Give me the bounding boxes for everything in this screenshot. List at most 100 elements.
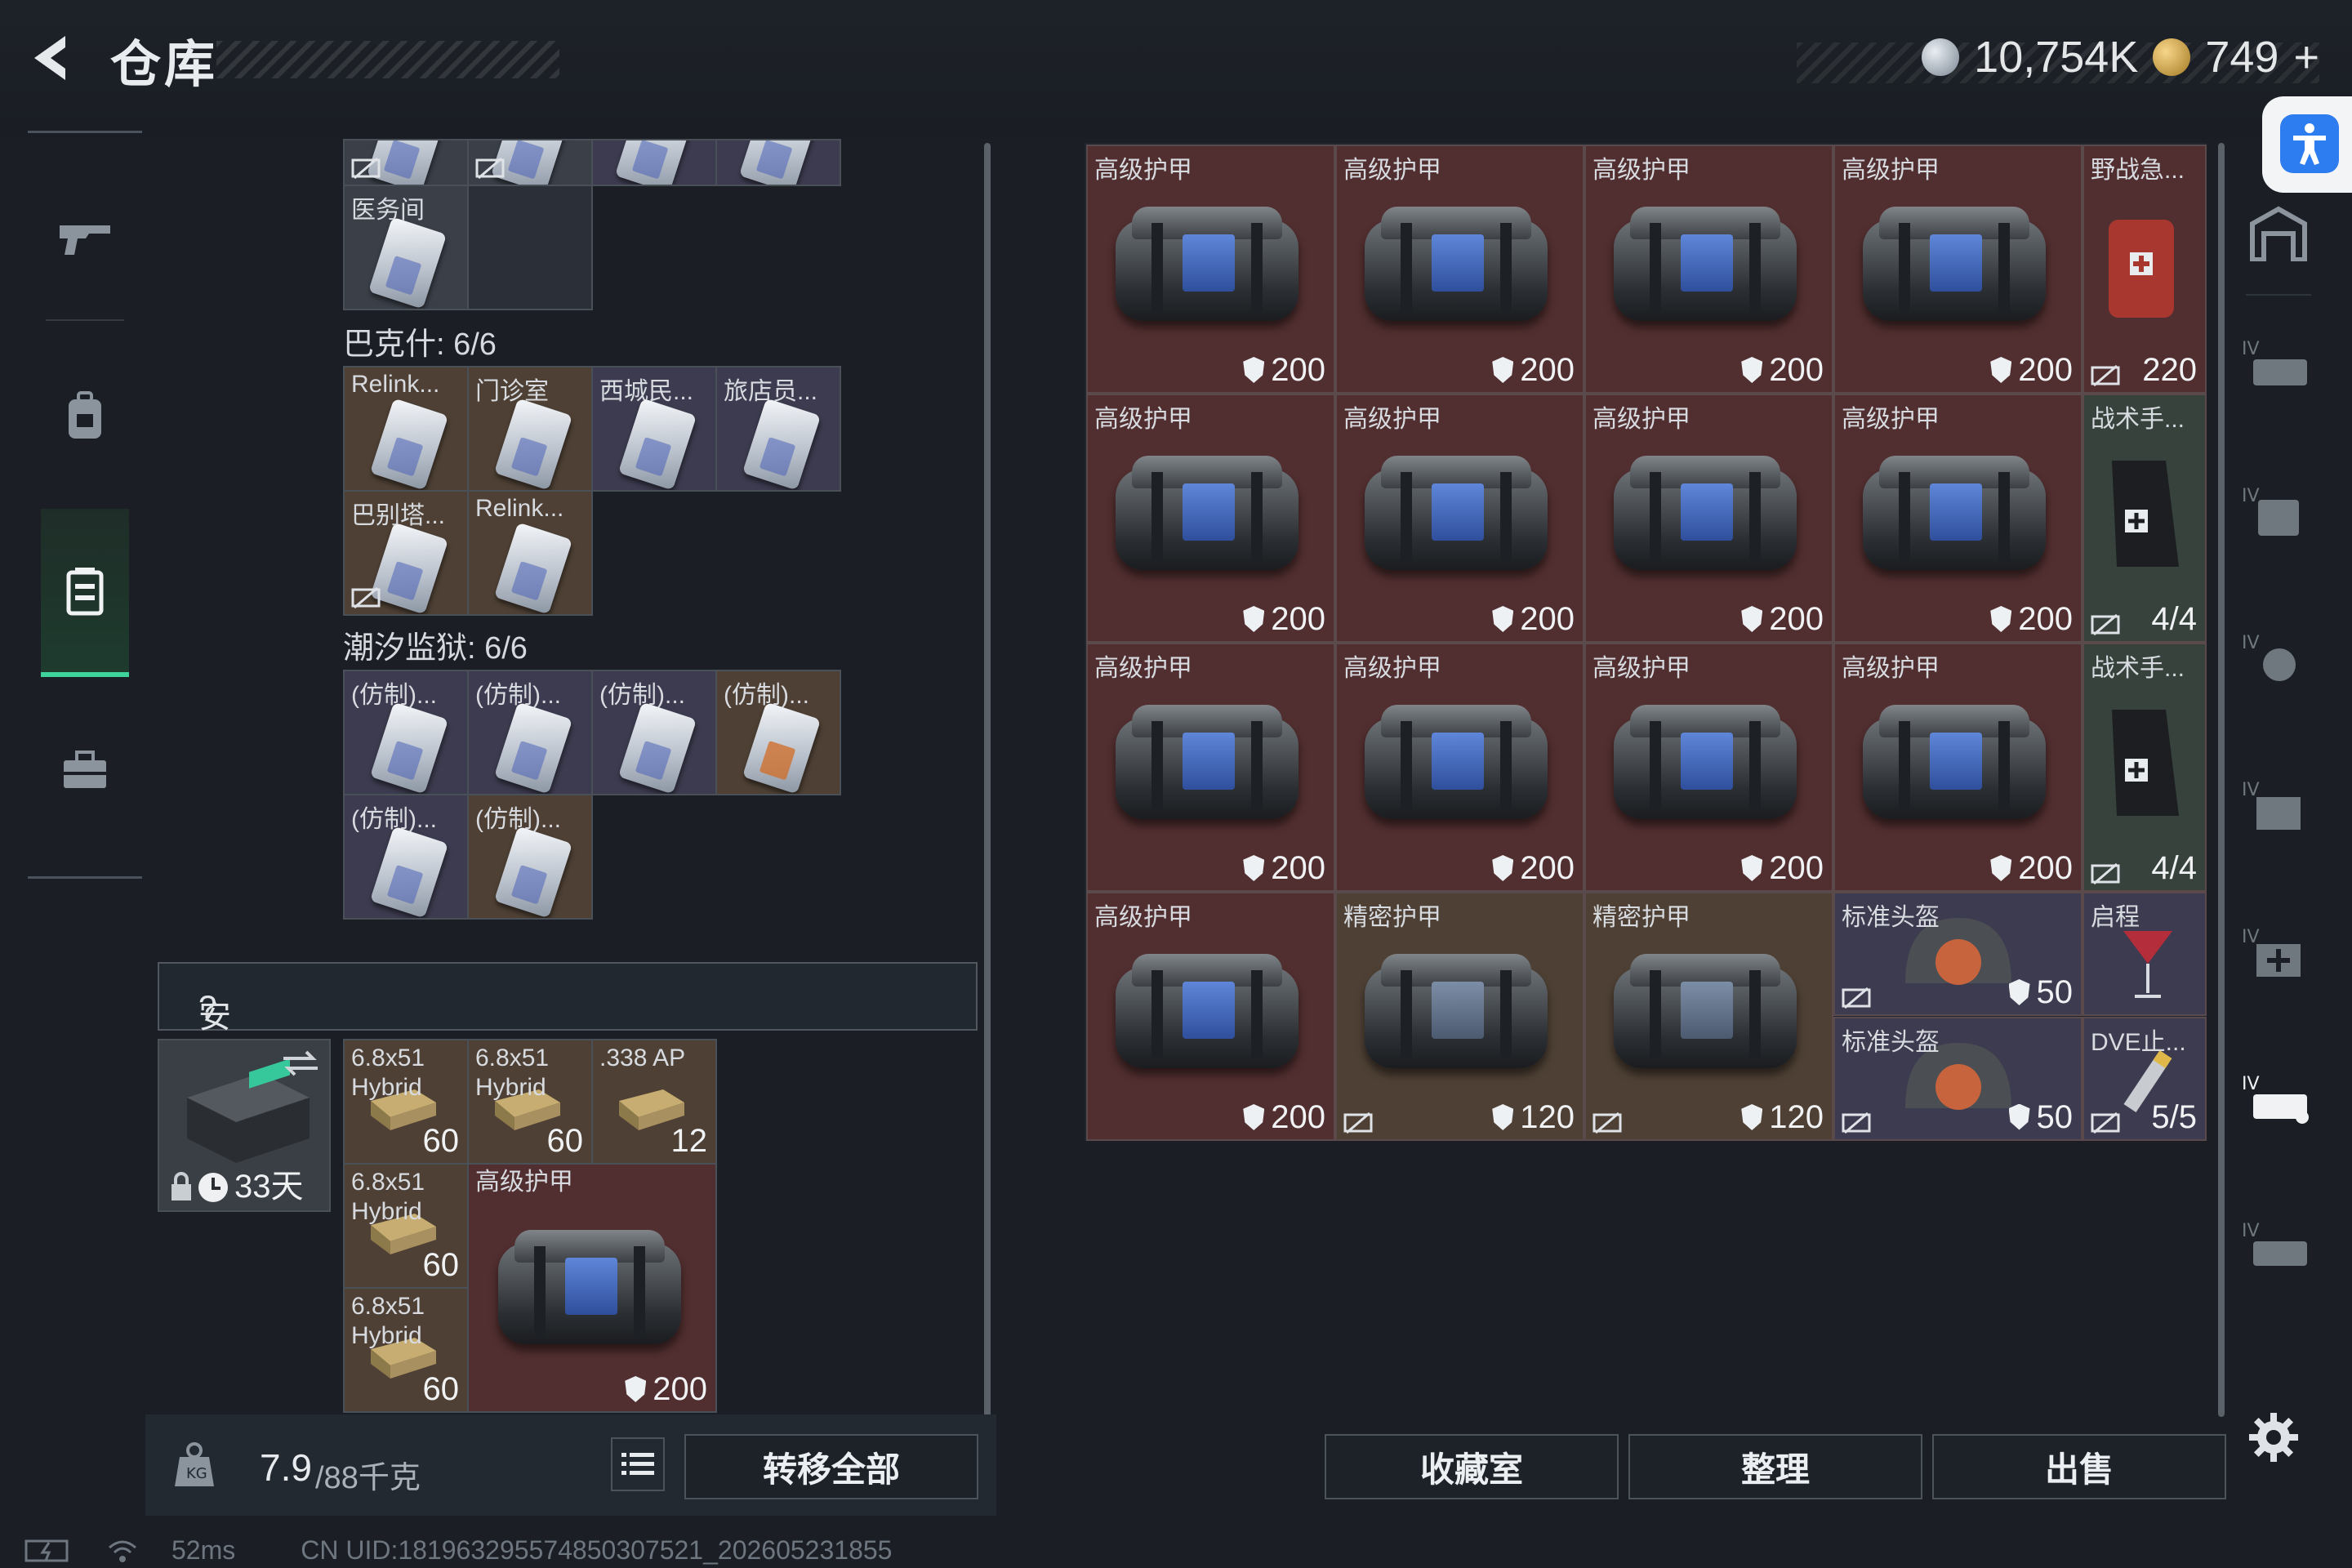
warehouse-icon (2250, 206, 2307, 261)
sort-button[interactable]: 整理 (1628, 1434, 1922, 1499)
stash-tab-keys[interactable]: IV (2230, 1037, 2328, 1160)
ammo-item[interactable]: 6.8x51 Hybrid 60 (467, 1039, 593, 1165)
armor-item[interactable]: 高级护甲 200 (1584, 643, 1833, 892)
keycard-slot[interactable]: 门诊室 (467, 366, 593, 492)
stash-item[interactable]: 启程 (2082, 892, 2207, 1016)
help-icon[interactable]: ? (198, 990, 216, 1027)
keycard-slot[interactable]: (仿制)... (715, 670, 841, 795)
armor-item[interactable]: 高级护甲 200 (1086, 394, 1335, 643)
weapons-tab[interactable] (41, 158, 129, 321)
empty-slot[interactable] (467, 185, 593, 310)
helmet-item[interactable]: 标准头盔 50 (1833, 1016, 2082, 1141)
battery-icon (24, 1539, 69, 1561)
item-label: 医务间 (351, 197, 425, 224)
keycard-slot[interactable]: (仿制)... (591, 670, 717, 795)
armor-item[interactable]: 高级护甲 200 (1833, 643, 2082, 892)
item-label: 标准头盔 (1842, 904, 1940, 931)
helmet-item[interactable]: 标准头盔 50 (1833, 892, 2082, 1016)
stash-tab-all[interactable] (2230, 172, 2328, 294)
keycard-slot[interactable]: 医务间 (343, 185, 469, 310)
item-value: 120 (1492, 1099, 1575, 1136)
armor-item[interactable]: 高级护甲 200 (1335, 394, 1584, 643)
durability-icon (1243, 357, 1265, 383)
item-value: 12 (670, 1123, 708, 1159)
ammo-item[interactable]: 6.8x51 Hybrid 60 (343, 1287, 469, 1413)
settings-gear-icon[interactable] (2247, 1411, 2300, 1463)
timer-text: 33天 (234, 1169, 304, 1205)
item-value: 200 (1741, 601, 1824, 638)
list-view-button[interactable] (611, 1437, 665, 1491)
item-label: 高级护甲 (1842, 406, 1940, 433)
stash-scrollbar[interactable] (2218, 143, 2225, 1417)
inventory-scrollbar[interactable] (984, 143, 991, 1417)
armor-item[interactable]: 高级护甲 200 (1833, 145, 2082, 394)
durability-icon (1492, 855, 1514, 881)
collection-room-button[interactable]: 收藏室 (1325, 1434, 1619, 1499)
stash-tab-ammo[interactable]: IV (2230, 743, 2328, 866)
armor-item[interactable]: 高级护甲 200 (1335, 145, 1584, 394)
item-value: 200 (625, 1371, 707, 1408)
armor-item[interactable]: 精密护甲 120 (1584, 892, 1833, 1141)
item-label: 高级护甲 (1094, 904, 1192, 931)
stash-tab-helmets[interactable]: IV (2230, 596, 2328, 719)
gold-add-button[interactable]: + (2293, 32, 2319, 82)
keycard-slot[interactable]: (仿制)... (343, 794, 469, 920)
ammo-item[interactable]: 6.8x51 Hybrid 60 (343, 1039, 469, 1165)
item-label: 高级护甲 (475, 1169, 573, 1196)
durability-icon (1990, 357, 2012, 383)
stash-item[interactable]: 战术手... 4/4 (2082, 394, 2207, 643)
swap-icon[interactable] (280, 1047, 321, 1080)
keycard-slot[interactable]: 西城民... (591, 366, 717, 492)
armor-item[interactable]: 精密护甲 120 (1335, 892, 1584, 1141)
keycard-slot[interactable] (591, 139, 717, 186)
weight-current: 7.9 (260, 1446, 312, 1489)
keycard-slot[interactable]: (仿制)... (467, 670, 593, 795)
item-value: 200 (1492, 352, 1575, 389)
stash-item[interactable]: 野战急... 220 (2082, 145, 2207, 394)
keycard-slot[interactable]: Relink... (343, 366, 469, 492)
armor-icon (1858, 439, 2051, 578)
keycard-slot[interactable]: Relink... (467, 490, 593, 616)
item-label: 高级护甲 (1094, 406, 1192, 433)
item-label: 6.8x51 Hybrid (475, 1045, 550, 1101)
item-label: 启程 (2091, 904, 2140, 931)
safe-box-container[interactable]: 33天 (158, 1039, 331, 1212)
armor-item[interactable]: 高级护甲 200 (1584, 145, 1833, 394)
armor-item[interactable]: 高级护甲 200 (1335, 643, 1584, 892)
keycard-slot[interactable] (343, 139, 469, 186)
armor-item[interactable]: 高级护甲 200 (467, 1163, 717, 1413)
stash-tab-weapons[interactable]: IV (2230, 302, 2328, 425)
keycard-slot[interactable]: 旅店员... (715, 366, 841, 492)
item-label: 高级护甲 (1842, 655, 1940, 682)
case-tab[interactable] (41, 688, 129, 852)
armor-item[interactable]: 高级护甲 200 (1584, 394, 1833, 643)
keycard-slot[interactable]: (仿制)... (343, 670, 469, 795)
stash-tab-backpacks[interactable]: IV (2230, 449, 2328, 572)
durability-icon (1243, 606, 1265, 632)
back-arrow-icon[interactable] (24, 29, 82, 87)
keycard-slot[interactable] (467, 139, 593, 186)
backpack-tab[interactable] (41, 334, 129, 497)
keycard-slot[interactable]: 巴别塔... (343, 490, 469, 616)
stash-tab-medical[interactable]: IV (2230, 890, 2328, 1013)
ammo-item[interactable]: 6.8x51 Hybrid 60 (343, 1163, 469, 1289)
armor-item[interactable]: 高级护甲 200 (1086, 892, 1335, 1141)
ammo-item[interactable]: .338 AP 12 (591, 1039, 717, 1165)
armor-item[interactable]: 高级护甲 200 (1086, 643, 1335, 892)
transfer-all-button[interactable]: 转移全部 (684, 1434, 978, 1499)
armor-item[interactable]: 高级护甲 200 (1833, 394, 2082, 643)
armor-item[interactable]: 高级护甲 200 (1086, 145, 1335, 394)
chest-rig-tab[interactable] (41, 509, 129, 677)
weight-max: /88千克 (315, 1461, 421, 1495)
armor-icon (1360, 190, 1552, 329)
stash-item[interactable]: DVE止... 5/5 (2082, 1016, 2207, 1141)
keycard-slot[interactable]: (仿制)... (467, 794, 593, 920)
armor-icon (1111, 688, 1303, 827)
sell-button[interactable]: 出售 (1932, 1434, 2226, 1499)
keycard-icon (369, 398, 449, 490)
stash-tab-misc[interactable]: IV (2230, 1184, 2328, 1307)
item-value: 60 (422, 1371, 460, 1407)
stash-item[interactable]: 战术手... 4/4 (2082, 643, 2207, 892)
no-drop-icon (2091, 613, 2120, 636)
keycard-slot[interactable] (715, 139, 841, 186)
